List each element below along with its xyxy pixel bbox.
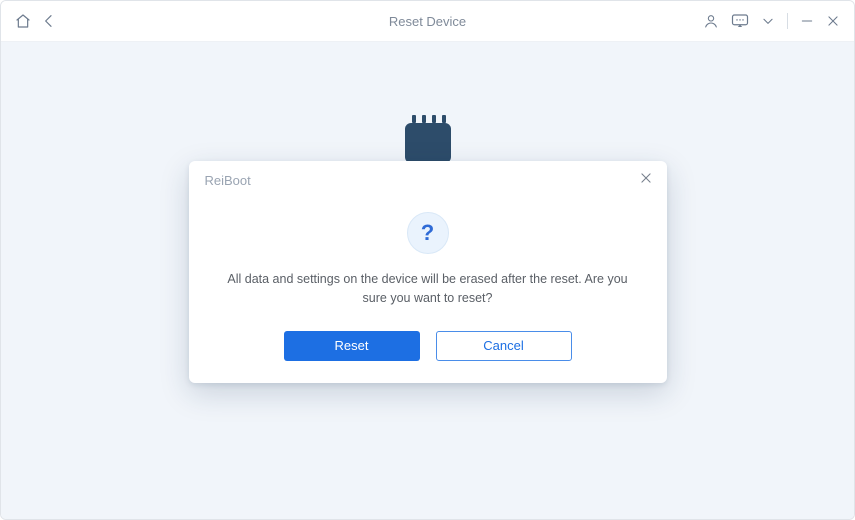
dialog-message: All data and settings on the device will… — [221, 270, 635, 309]
titlebar-right-controls — [703, 13, 840, 29]
titlebar: Reset Device — [1, 1, 854, 41]
chevron-down-icon[interactable] — [761, 14, 775, 28]
question-icon: ? — [407, 212, 449, 254]
feedback-icon[interactable] — [731, 13, 749, 29]
dialog-actions: Reset Cancel — [284, 331, 572, 361]
page-title: Reset Device — [389, 14, 466, 29]
dialog-body: ? All data and settings on the device wi… — [189, 198, 667, 361]
user-icon[interactable] — [703, 13, 719, 29]
device-chip-graphic — [398, 120, 458, 166]
app-window: Reset Device — [0, 0, 855, 520]
dialog-header: ReiBoot — [189, 161, 667, 198]
close-window-icon[interactable] — [826, 14, 840, 28]
cancel-button[interactable]: Cancel — [436, 331, 572, 361]
home-icon[interactable] — [15, 13, 31, 29]
reset-button[interactable]: Reset — [284, 331, 420, 361]
titlebar-divider — [787, 13, 788, 29]
close-icon[interactable] — [639, 171, 653, 190]
minimize-icon[interactable] — [800, 14, 814, 28]
back-arrow-icon[interactable] — [41, 13, 57, 29]
question-mark-glyph: ? — [421, 220, 434, 246]
confirm-reset-dialog: ReiBoot ? All data and settings on the d… — [189, 161, 667, 383]
titlebar-left-controls — [15, 13, 57, 29]
dialog-title: ReiBoot — [205, 173, 251, 188]
